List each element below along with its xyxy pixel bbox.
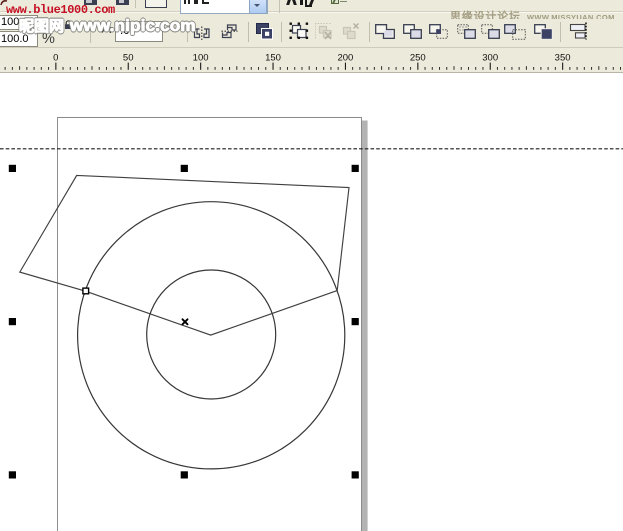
svg-text:300: 300: [482, 52, 498, 63]
svg-text:0: 0: [53, 52, 58, 63]
svg-text:150: 150: [265, 52, 281, 63]
svg-text:200: 200: [337, 52, 353, 63]
svg-text:250: 250: [410, 52, 426, 63]
svg-text:50: 50: [123, 52, 134, 63]
svg-text:350: 350: [555, 52, 571, 63]
svg-text:100: 100: [193, 52, 209, 63]
